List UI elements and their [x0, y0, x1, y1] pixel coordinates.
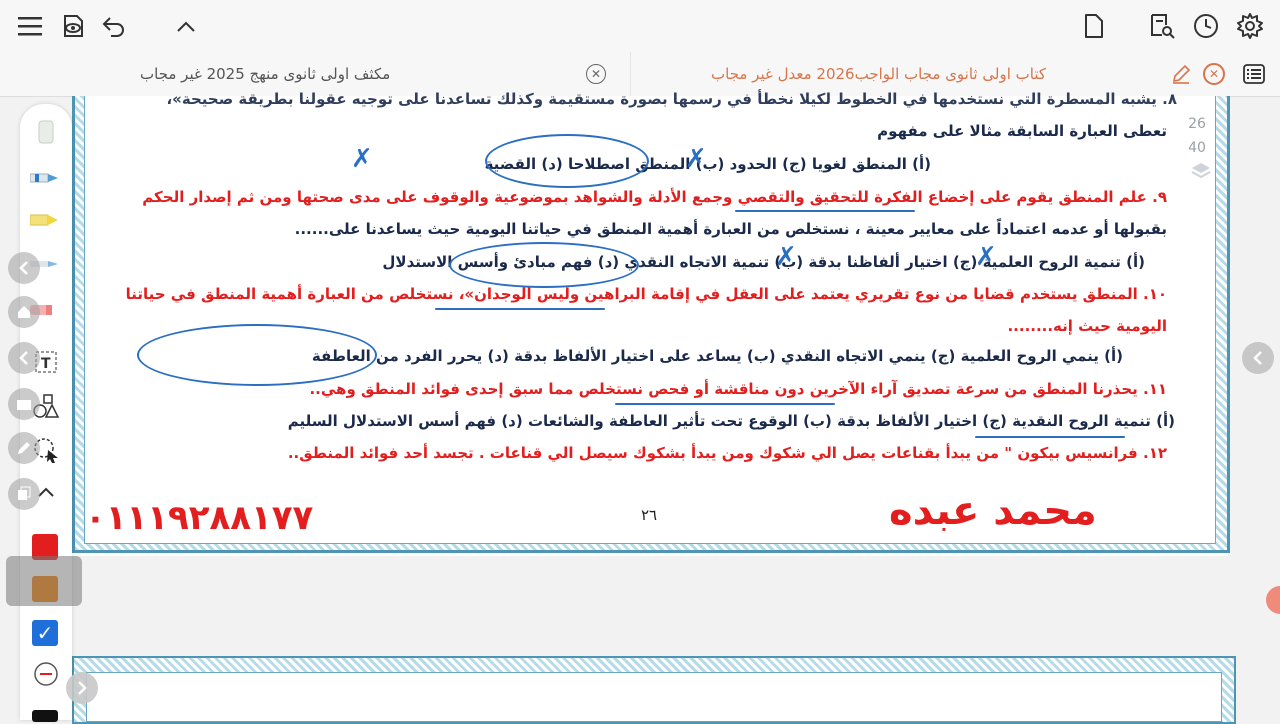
q10-line1: ١٠. المنطق يستخدم قضايا من نوع تقريري يع…	[125, 285, 1167, 303]
close-icon[interactable]: ✕	[1203, 63, 1225, 85]
highlighter-icon[interactable]	[28, 202, 64, 238]
nav-back-icon[interactable]	[8, 252, 40, 284]
eraser-icon[interactable]	[28, 114, 64, 150]
chevron-up-icon[interactable]	[168, 8, 204, 44]
underline	[735, 210, 915, 212]
q10-options: (أ) ينمي الروح العلمية (ج) ينمي الاتجاه …	[311, 347, 1123, 365]
author-name: محمد عبده	[889, 488, 1097, 534]
page-number: ٢٦	[641, 506, 658, 524]
page-content: ٨. يشبه المسطرة التي نستخدمها في الخطوط …	[84, 90, 1216, 544]
gear-icon[interactable]	[1232, 8, 1268, 44]
layers-icon[interactable]	[1190, 160, 1212, 182]
color-black-swatch[interactable]	[32, 710, 58, 722]
q12-line1: ١٢. فرانسيس بيكون " من يبدأ بقناعات يصل …	[287, 444, 1167, 462]
cross-mark: ✗	[775, 242, 797, 272]
floating-toolbar-handle[interactable]	[6, 556, 82, 606]
list-icon[interactable]	[1236, 56, 1272, 92]
q11-options: (أ) تنمية الروح النقدية (ج) اختيار الألف…	[287, 412, 1175, 430]
undo-icon[interactable]	[96, 8, 132, 44]
home-icon[interactable]	[8, 296, 40, 328]
thumb-number[interactable]: 40	[1180, 136, 1214, 160]
color-blue-swatch-selected[interactable]: ✓	[32, 620, 58, 646]
briefcase-icon[interactable]	[8, 388, 40, 420]
q8-line2: تعطى العبارة السابقة مثالا على مفهوم	[877, 122, 1167, 140]
cross-mark: ✗	[685, 144, 707, 174]
underline	[975, 436, 1125, 438]
q9-line1: ٩. علم المنطق يقوم على إخضاع الفكرة للتح…	[142, 188, 1167, 206]
copy-icon[interactable]	[8, 478, 40, 510]
expand-panel-icon[interactable]	[66, 672, 98, 704]
answer-circle	[137, 324, 377, 386]
page-icon[interactable]	[1076, 8, 1112, 44]
underline	[615, 403, 835, 405]
chevron-left-icon[interactable]	[1242, 342, 1274, 374]
floating-action-button[interactable]	[1266, 586, 1280, 614]
answer-circle	[485, 134, 649, 188]
cross-mark: ✗	[975, 242, 997, 272]
document-page: ٨. يشبه المسطرة التي نستخدمها في الخطوط …	[72, 90, 1230, 556]
q8-line1: ٨. يشبه المسطرة التي نستخدمها في الخطوط …	[166, 90, 1177, 108]
svg-text:T: T	[41, 356, 51, 372]
next-page	[72, 656, 1236, 724]
phone-number: ٠١١١٩٢٨٨١٧٧	[85, 498, 314, 538]
close-icon[interactable]: ✕	[586, 64, 606, 84]
thickness-minus-icon[interactable]	[28, 656, 64, 692]
chevron-left-icon[interactable]	[8, 342, 40, 374]
thumb-number[interactable]: 26	[1180, 112, 1214, 136]
q9-line2: بقبولها أو عدمه اعتماداً على معايير معين…	[294, 220, 1167, 238]
q10-line2: اليومية حيث إنه........	[1007, 317, 1167, 335]
cross-mark: ✗	[351, 144, 373, 174]
tab-right-label: كتاب اولى ثانوى مجاب الواجب2026 معدل غير…	[711, 65, 1046, 83]
underline	[435, 308, 605, 310]
edit-icon[interactable]	[1171, 64, 1191, 88]
answer-circle	[449, 242, 639, 288]
edit-icon[interactable]	[8, 432, 40, 464]
top-toolbar	[0, 0, 1280, 52]
eye-icon[interactable]	[55, 8, 91, 44]
clock-icon[interactable]	[1188, 8, 1224, 44]
page-thumbnails: 26 40	[1180, 112, 1214, 160]
search-doc-icon[interactable]	[1144, 8, 1180, 44]
fountain-pen-icon[interactable]	[28, 160, 64, 196]
tab-left-label: مكثف اولى ثانوى منهج 2025 غير مجاب	[140, 65, 391, 83]
menu-icon[interactable]	[12, 8, 48, 44]
next-page-content	[86, 672, 1222, 722]
q11-line1: ١١. يحذرنا المنطق من سرعة تصديق آراء الآ…	[309, 380, 1167, 398]
